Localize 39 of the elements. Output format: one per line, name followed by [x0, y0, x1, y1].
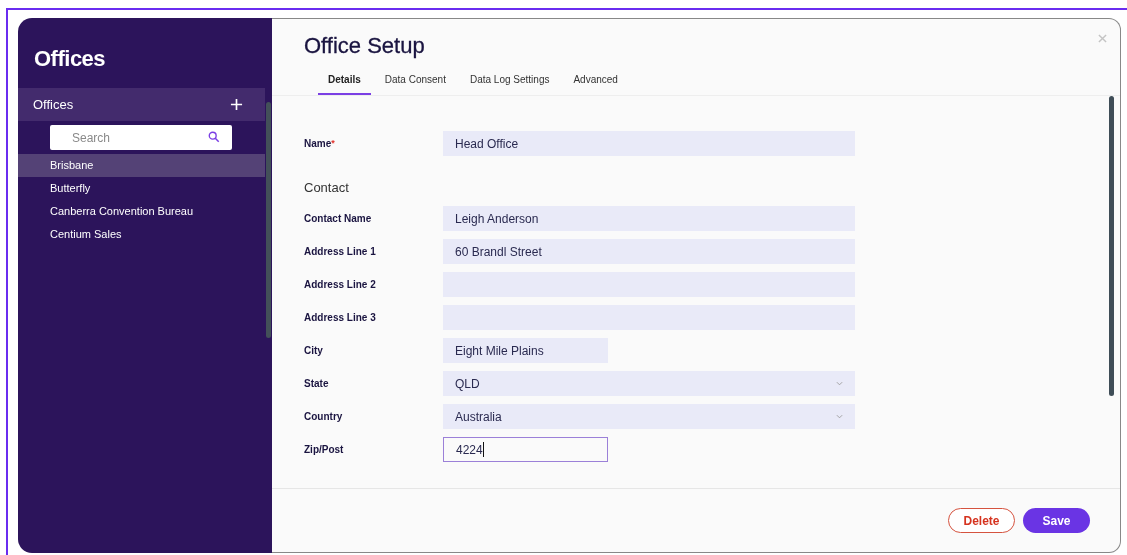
tab[interactable]: Details — [318, 67, 371, 95]
field-label: Address Line 3 — [304, 312, 377, 323]
office-list-item[interactable]: Butterfly — [18, 177, 265, 200]
field-label: Zip/Post — [304, 444, 345, 455]
scrollbar[interactable] — [266, 102, 271, 338]
add-icon[interactable] — [230, 98, 243, 111]
field-label: Name* — [304, 138, 336, 149]
dropdown[interactable]: QLD — [443, 371, 855, 396]
input-field[interactable]: 4224 — [443, 437, 608, 462]
delete-button[interactable]: Delete — [948, 508, 1015, 533]
input-field[interactable]: Leigh Anderson — [443, 206, 855, 231]
office-list-item[interactable]: Brisbane — [18, 154, 265, 177]
search-icon[interactable] — [208, 131, 220, 143]
required-marker: * — [331, 138, 335, 148]
office-list-item[interactable]: Centium Sales — [18, 223, 265, 246]
input-field[interactable]: Head Office — [443, 131, 855, 156]
field-label: City — [304, 345, 324, 356]
field-label: Address Line 1 — [304, 246, 377, 257]
sidebar-title: Offices — [34, 46, 107, 72]
tab[interactable]: Data Consent — [374, 67, 456, 95]
save-button[interactable]: Save — [1023, 508, 1090, 533]
close-icon[interactable] — [1098, 34, 1107, 43]
chevron-icon — [836, 414, 843, 419]
input-field[interactable]: 60 Brandl Street — [443, 239, 855, 264]
field-label: State — [304, 378, 330, 389]
tab[interactable]: Advanced — [563, 67, 628, 95]
dialog-title: Office Setup — [304, 33, 425, 59]
section-heading: Contact — [304, 180, 350, 197]
field-label: Country — [304, 411, 344, 422]
field-label: Address Line 2 — [304, 279, 377, 290]
office-list-item[interactable]: Canberra Convention Bureau — [18, 200, 265, 223]
input-field[interactable]: Eight Mile Plains — [443, 338, 608, 363]
scrollbar[interactable] — [1109, 96, 1114, 396]
chevron-icon — [836, 381, 843, 386]
search-field[interactable]: Search — [50, 125, 232, 150]
tab[interactable]: Data Log Settings — [459, 67, 560, 95]
dropdown[interactable]: Australia — [443, 404, 855, 429]
section-title: Offices — [33, 97, 74, 112]
field-label: Contact Name — [304, 213, 373, 224]
